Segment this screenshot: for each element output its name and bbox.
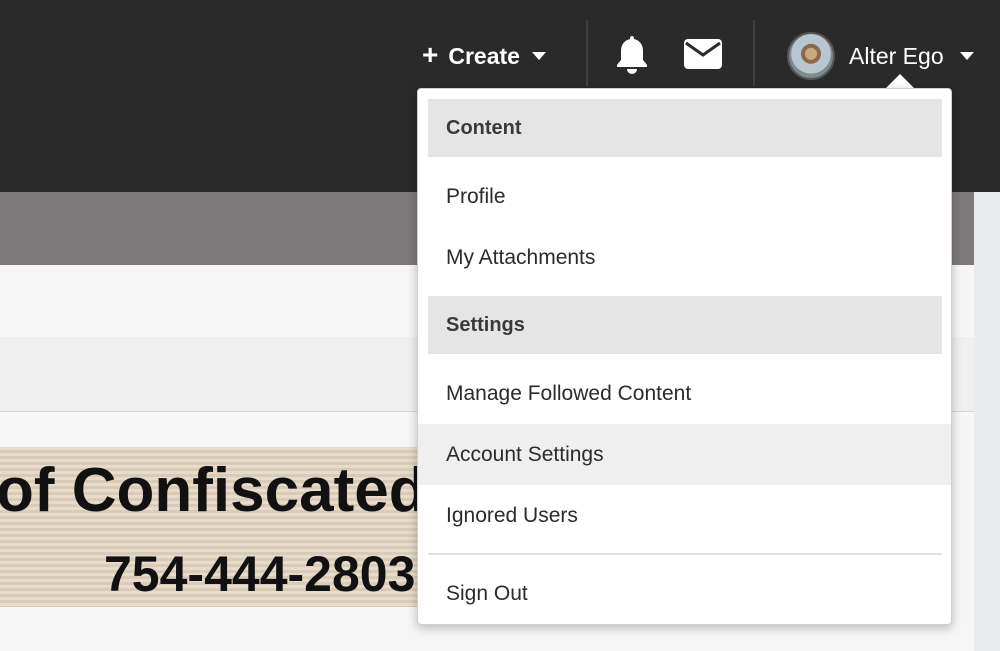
menu-divider: [428, 553, 942, 555]
nav-divider: [586, 20, 588, 86]
create-button[interactable]: + Create: [422, 38, 546, 74]
notifications-button[interactable]: [614, 34, 650, 79]
banner-text: of Confiscated: [0, 456, 427, 525]
menu-item-manage-followed-content[interactable]: Manage Followed Content: [418, 363, 951, 424]
menu-item-my-attachments[interactable]: My Attachments: [418, 227, 951, 288]
user-name: Alter Ego: [849, 42, 944, 69]
chevron-down-icon: [531, 52, 546, 60]
user-dropdown-menu: Content Profile My Attachments Settings …: [417, 88, 952, 625]
user-menu-button[interactable]: Alter Ego: [787, 31, 974, 81]
banner-image: of Confiscated 754-444-2803: [0, 447, 430, 607]
banner-phone: 754-444-2803: [104, 546, 416, 602]
menu-item-sign-out[interactable]: Sign Out: [418, 563, 951, 624]
section-header-settings: Settings: [428, 296, 942, 354]
menu-item-ignored-users[interactable]: Ignored Users: [418, 485, 951, 546]
menu-item-account-settings[interactable]: Account Settings: [418, 424, 951, 485]
avatar: [787, 32, 835, 80]
chevron-down-icon: [959, 52, 974, 60]
envelope-icon: [684, 39, 722, 69]
create-label: Create: [448, 42, 520, 69]
plus-icon: +: [422, 38, 439, 70]
bell-icon: [617, 36, 647, 74]
section-header-content: Content: [428, 99, 942, 157]
menu-item-profile[interactable]: Profile: [418, 166, 951, 227]
nav-divider: [753, 20, 755, 86]
messages-button[interactable]: [684, 39, 722, 74]
